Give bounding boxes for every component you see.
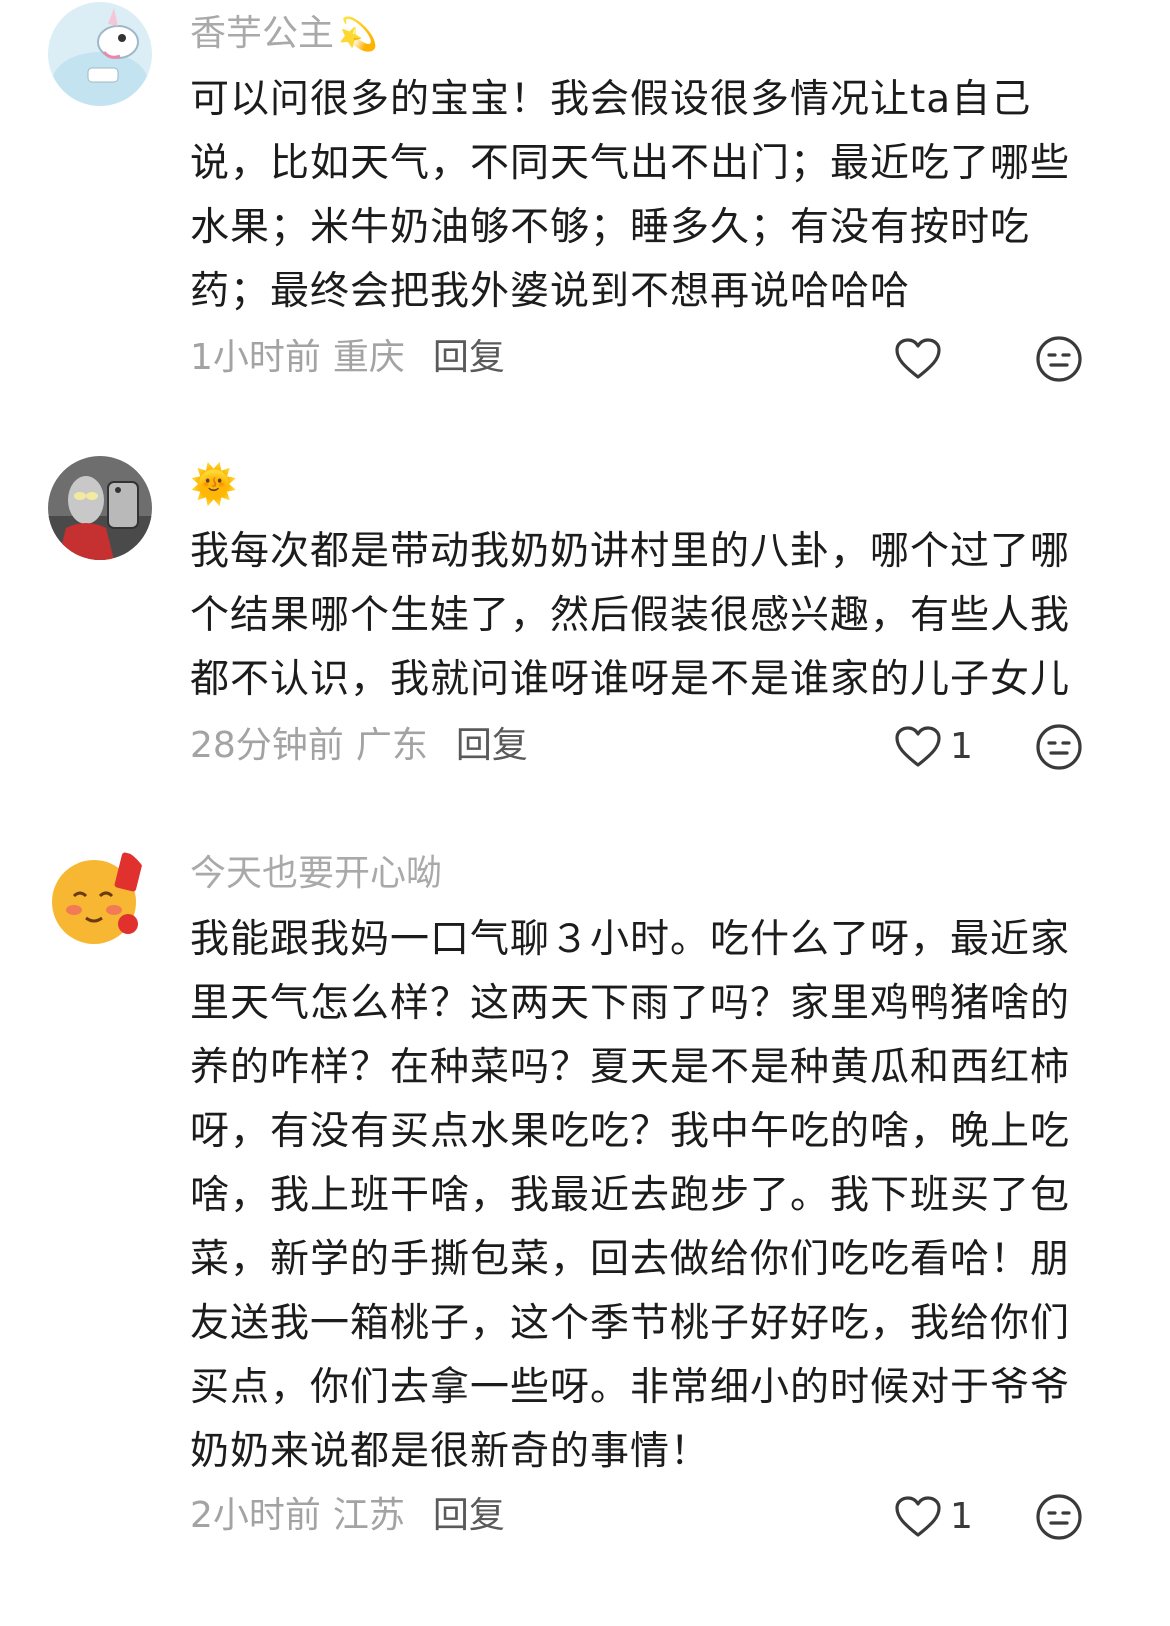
heart-outline-icon (895, 338, 941, 379)
username-text: 今天也要开心呦 (190, 853, 443, 894)
heart-outline-icon (895, 1496, 941, 1537)
unicorn-avatar-icon (48, 2, 152, 106)
neutral-face-icon (1036, 724, 1082, 770)
dislike-button[interactable] (1034, 334, 1084, 384)
like-button[interactable]: 1 (894, 1490, 980, 1544)
comment-text: 可以问很多的宝宝！我会假设很多情况让ta自己说，比如天气，不同天气出不出门；最近… (190, 77, 1071, 314)
heart-outline-icon (895, 726, 941, 767)
comment-text: 我每次都是带动我奶奶讲村里的八卦，哪个过了哪个结果哪个生娃了，然后假装很感兴趣，… (190, 529, 1071, 702)
comment-location: 重庆 (332, 337, 405, 378)
avatar[interactable] (48, 456, 152, 560)
like-count: 1 (950, 1496, 973, 1537)
comment-time: 2小时前 (190, 1495, 321, 1536)
comment-item: 🌞 我每次都是带动我奶奶讲村里的八卦，哪个过了哪个结果哪个生娃了，然后假装很感兴… (0, 420, 1170, 820)
username[interactable]: 香芋公主 💫 (190, 12, 378, 56)
comment-meta: 1小时前 重庆 回复 (190, 336, 505, 380)
comment-location: 江苏 (332, 1495, 405, 1536)
comment-meta: 2小时前 江苏 回复 (190, 1494, 505, 1538)
ultraman-avatar-icon (48, 456, 152, 560)
reply-button[interactable]: 回复 (456, 725, 528, 766)
username-text: 香芋公主 (190, 13, 335, 54)
username[interactable]: 🌞 (190, 462, 237, 508)
comment-time: 1小时前 (190, 337, 321, 378)
comment-text: 我能跟我妈一口气聊３小时。吃什么了呀，最近家里天气怎么样？这两天下雨了吗？家里鸡… (190, 917, 1071, 1474)
comment-location: 广东 (355, 725, 428, 766)
like-button[interactable] (894, 332, 980, 386)
smiling-emoji-avatar-icon (48, 844, 152, 948)
like-button[interactable]: 1 (894, 720, 980, 774)
comment-time: 28分钟前 (190, 725, 344, 766)
dislike-button[interactable] (1034, 722, 1084, 772)
neutral-face-icon (1036, 336, 1082, 382)
dizzy-star-emoji-icon: 💫 (338, 15, 378, 53)
avatar[interactable] (48, 2, 152, 106)
dislike-button[interactable] (1034, 1492, 1084, 1542)
comment-item: 香芋公主 💫 可以问很多的宝宝！我会假设很多情况让ta自己说，比如天气，不同天气出… (0, 0, 1170, 420)
username[interactable]: 今天也要开心呦 (190, 852, 442, 896)
avatar[interactable] (48, 844, 152, 948)
comment-item: 今天也要开心呦 我能跟我妈一口气聊３小时。吃什么了呀，最近家里天气怎么样？这两天… (0, 820, 1170, 1626)
reply-button[interactable]: 回复 (433, 1495, 505, 1536)
sun-face-emoji-icon: 🌞 (190, 462, 238, 506)
neutral-face-icon (1036, 1494, 1082, 1540)
comment-meta: 28分钟前 广东 回复 (190, 724, 528, 768)
reply-button[interactable]: 回复 (433, 337, 505, 378)
like-count: 1 (950, 726, 973, 767)
